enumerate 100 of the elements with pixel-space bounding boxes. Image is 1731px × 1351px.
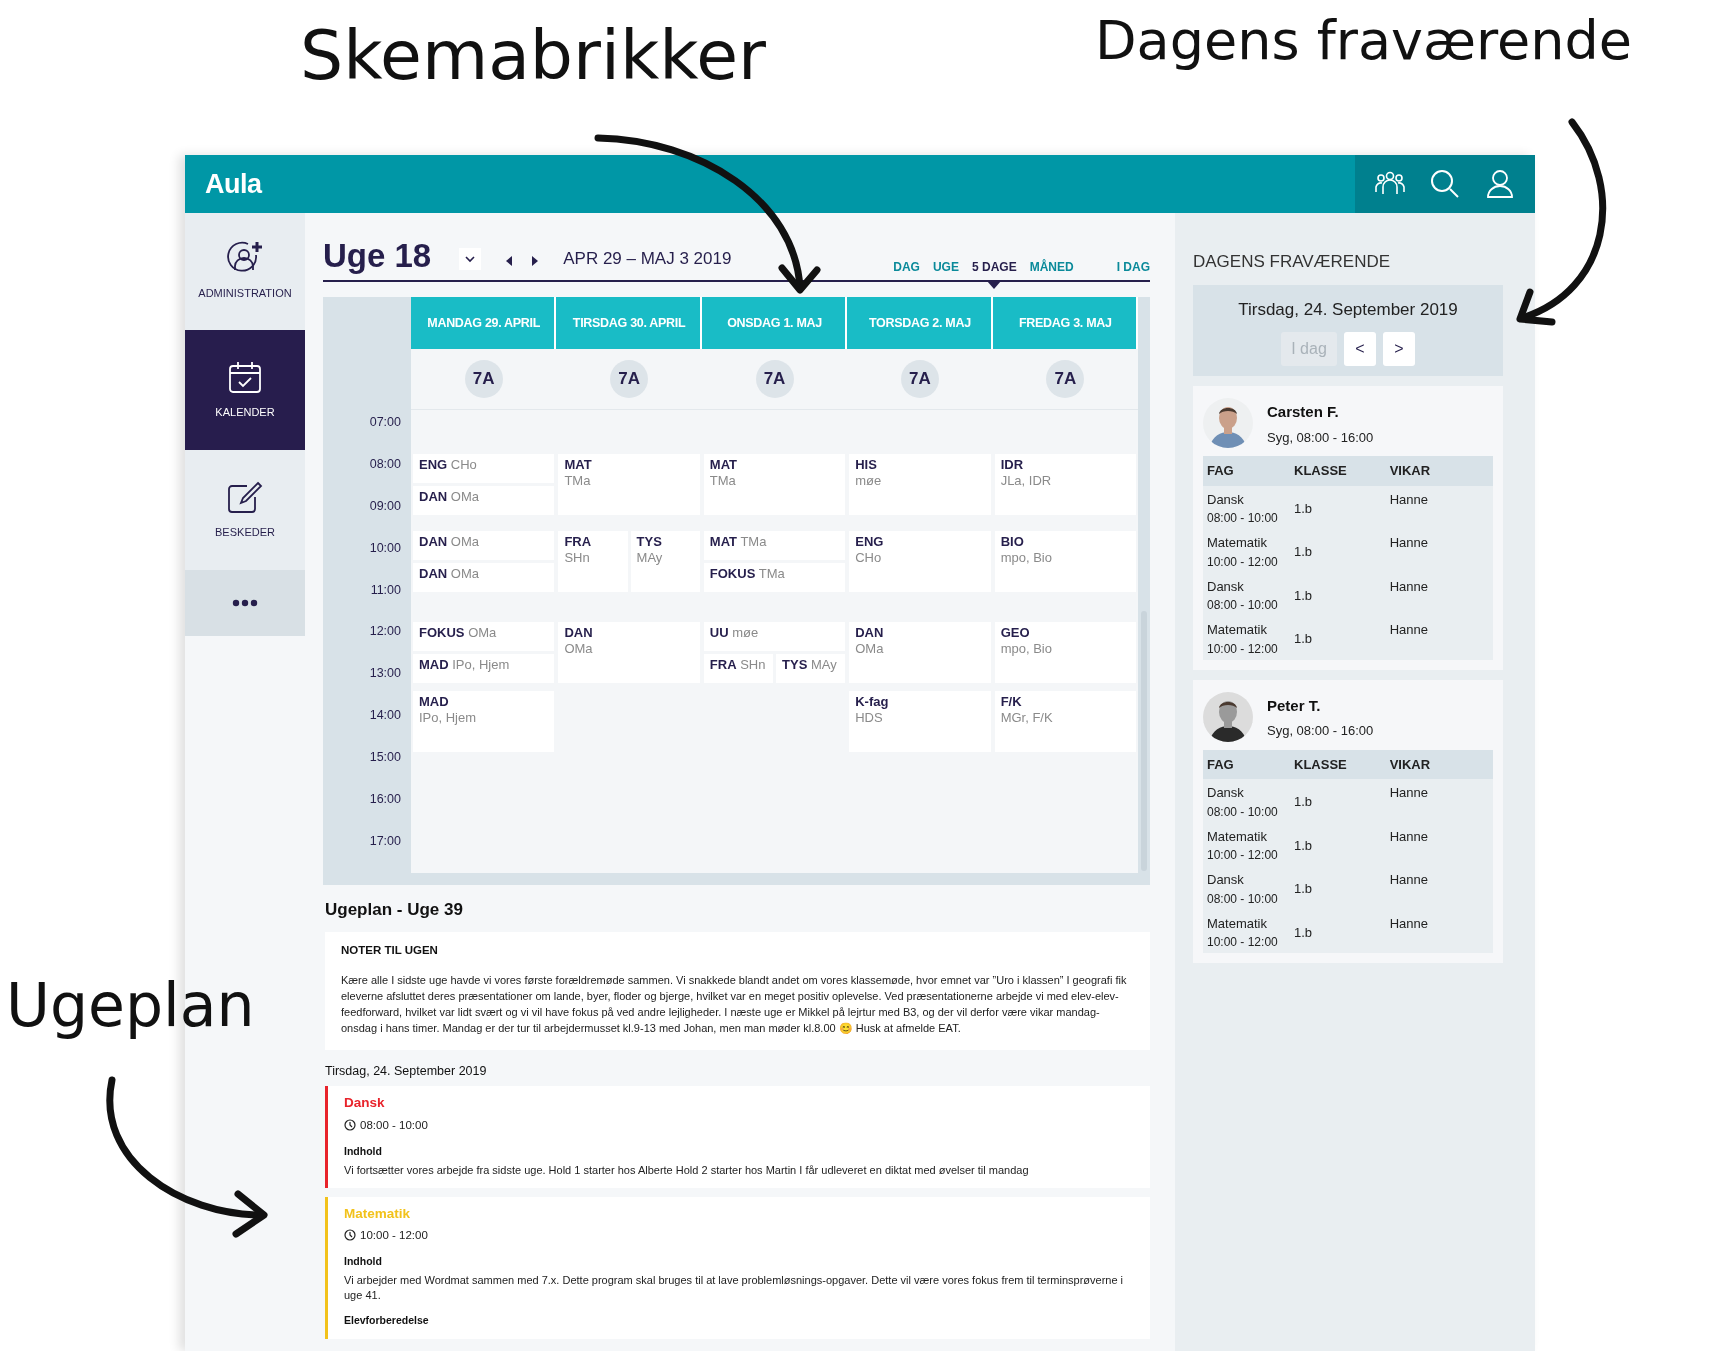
subject-code: IDR <box>1000 457 1023 472</box>
calendar-icon <box>228 359 262 394</box>
date-text: Tirsdag, 24. September 2019 <box>1237 298 1459 321</box>
view-tab[interactable]: UGE <box>932 258 959 289</box>
search-icon[interactable] <box>1429 168 1461 200</box>
subject-code: MAT <box>564 457 592 472</box>
teacher-code: HDS <box>855 710 883 726</box>
lesson-block[interactable]: F/K MGr, F/K <box>994 691 1137 752</box>
sidebar-item[interactable]: ADMINISTRATION <box>185 213 305 330</box>
teacher-code: OMa <box>855 641 884 657</box>
lesson-time: 08:00 - 10:00 <box>360 1117 428 1133</box>
time-range: 08:00 - 10:00 <box>1207 890 1279 908</box>
table-cell: Hanne <box>1385 485 1493 529</box>
view-tab[interactable]: DAG <box>893 258 920 289</box>
sidebar-item[interactable]: KALENDER <box>185 330 305 450</box>
table-cell: 1.b <box>1290 866 1386 910</box>
teacher-code: CHo <box>450 457 477 472</box>
lesson-block[interactable]: DAN OMa <box>413 563 555 592</box>
today-button[interactable]: I DAG <box>1116 258 1150 289</box>
time-label: 17:00 <box>368 832 402 850</box>
panel-title: DAGENS FRAVÆRENDE <box>1193 251 1392 273</box>
lesson-block[interactable]: BIO mpo, Bio <box>994 531 1137 592</box>
lesson-block[interactable]: MAD IPo, Hjem <box>413 691 555 752</box>
column-header: FAG <box>1203 456 1290 486</box>
lesson-block[interactable]: TYS MAy <box>776 654 846 683</box>
lesson-block[interactable]: MAT TMa <box>703 454 846 515</box>
app-logo: Aula <box>205 167 262 201</box>
teacher-code: OMa <box>450 534 479 549</box>
lesson-block[interactable]: DAN OMa <box>413 486 555 515</box>
subject-code: ENG <box>855 534 884 549</box>
column-header: VIKAR <box>1385 749 1493 779</box>
absence-status: Syg, 08:00 - 16:00 <box>1267 428 1374 447</box>
subject-code: GEO <box>1000 625 1030 640</box>
view-tab[interactable]: MÅNED <box>1029 258 1074 289</box>
annotation-text: Dagens fraværende <box>1095 14 1632 68</box>
dropdown-button[interactable] <box>459 248 482 270</box>
lesson-block[interactable]: K-fag HDS <box>849 691 991 752</box>
lesson-block[interactable]: DAN OMa <box>558 622 700 683</box>
lesson-block[interactable]: FRA SHn <box>558 531 628 592</box>
lesson-block[interactable]: FOKUS TMa <box>703 563 846 592</box>
clock-icon <box>344 1119 356 1132</box>
subject-code: TYS <box>782 657 808 672</box>
teacher-code: OMa <box>450 489 479 504</box>
time-label: 08:00 <box>368 455 402 473</box>
subject-code: MAT <box>709 534 737 549</box>
date-nav-button[interactable]: < <box>1343 332 1376 366</box>
date-nav-button[interactable]: > <box>1382 332 1415 366</box>
lesson-block[interactable]: FRA SHn <box>703 654 773 683</box>
lesson-block[interactable]: MAD IPo, Hjem <box>413 654 555 683</box>
class-badge: 7A <box>900 360 939 398</box>
time-range: 10:00 - 12:00 <box>1207 934 1279 951</box>
column-header: KLASSE <box>1290 456 1386 486</box>
notes-title: NOTER TIL UGEN <box>341 943 439 959</box>
subject-code: TYS <box>636 534 662 549</box>
subject-code: MAT <box>709 457 737 472</box>
subject-name: Matematik <box>1207 622 1267 637</box>
lesson-block[interactable]: HIS møe <box>849 454 991 515</box>
teacher-code: TMa <box>709 473 736 489</box>
lesson-block[interactable]: TYS MAy <box>630 531 700 592</box>
table-cell: Hanne <box>1385 529 1493 573</box>
subject-code: DAN <box>419 566 448 581</box>
subject-name: Matematik <box>1207 535 1267 550</box>
lesson-block[interactable]: ENG CHo <box>413 454 555 483</box>
section-heading: Elevforberedelse <box>344 1312 430 1328</box>
teacher-code: IPo, Hjem <box>419 710 477 726</box>
time-label: 16:00 <box>368 791 402 808</box>
time-range: 08:00 - 10:00 <box>1207 597 1279 614</box>
lesson-block[interactable]: DAN OMa <box>413 531 555 560</box>
absence-status: Syg, 08:00 - 16:00 <box>1267 722 1374 740</box>
date-range: APR 29 – MAJ 3 2019 <box>563 247 732 270</box>
lesson-block[interactable]: UU møe <box>703 622 846 651</box>
lesson-block[interactable]: IDR JLa, IDR <box>994 454 1137 515</box>
table-cell: Hanne <box>1385 822 1493 866</box>
class-badge: 7A <box>1046 360 1085 398</box>
time-label: 13:00 <box>368 665 402 683</box>
section-text: Vi fortsætter vores arbejde fra sidste uge. Hold 1 starter hos Alberte Hold 2 starter hos Martin I får udleveret en diktat med øvelser til mandag <box>344 1162 1030 1178</box>
chevron-down-icon <box>464 254 477 264</box>
day-header: MANDAG 29. APRIL <box>411 297 557 349</box>
table-cell: 1.b <box>1290 909 1386 953</box>
teacher-code: TMa <box>740 534 767 549</box>
table-cell: 1.b <box>1290 572 1386 616</box>
subject-name: Matematik <box>1207 828 1267 844</box>
lesson-block[interactable]: MAT TMa <box>558 454 700 515</box>
teacher-code: møe <box>855 473 882 489</box>
day-header: TORSDAG 2. MAJ <box>847 297 993 349</box>
teacher-code: JLa, IDR <box>1000 473 1052 489</box>
view-tab[interactable]: 5 DAGE <box>971 258 1017 289</box>
teacher-code: OMa <box>564 641 593 657</box>
lesson-block[interactable]: GEO mpo, Bio <box>994 622 1137 683</box>
lesson-block[interactable]: DAN OMa <box>849 622 991 683</box>
table-cell: Hanne <box>1385 779 1493 823</box>
table-cell: 1.b <box>1290 779 1386 823</box>
lesson-block[interactable]: ENG CHo <box>849 531 991 592</box>
lesson-block[interactable]: MAT TMa <box>703 531 846 560</box>
sidebar-item[interactable]: BESKEDER <box>185 450 305 570</box>
time-label: 12:00 <box>368 623 402 641</box>
lesson-block[interactable]: FOKUS OMa <box>413 622 555 651</box>
edit-icon <box>227 479 263 514</box>
column-header: VIKAR <box>1385 456 1493 486</box>
time-label: 09:00 <box>368 497 402 515</box>
